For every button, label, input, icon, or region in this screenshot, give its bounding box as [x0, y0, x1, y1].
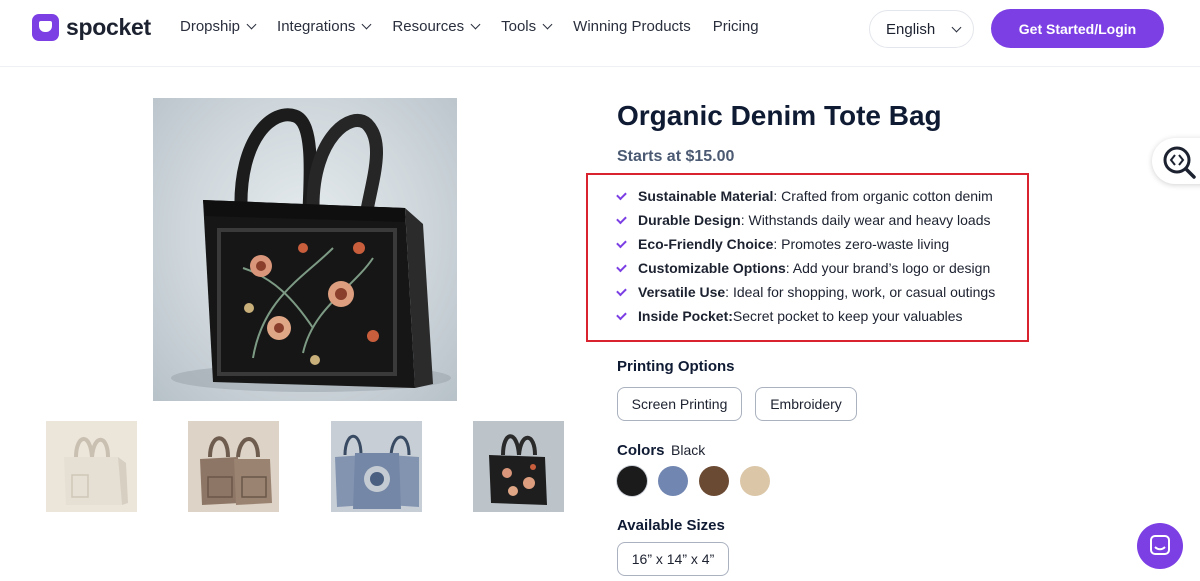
- nav-label: Tools: [501, 18, 537, 35]
- tote-bag-natural-image: [46, 421, 137, 512]
- selected-color-name: Black: [671, 442, 706, 458]
- language-selector[interactable]: English: [869, 10, 974, 48]
- feature-description: Secret pocket to keep your valuables: [732, 308, 963, 324]
- chevron-down-icon: [951, 22, 962, 32]
- chat-button[interactable]: [1137, 523, 1183, 569]
- feature-name: Sustainable Material: [638, 188, 774, 204]
- chevron-down-icon: [542, 19, 553, 30]
- brand-name: spocket: [66, 14, 151, 40]
- tote-bag-image: [171, 108, 451, 392]
- nav-label: Winning Products: [573, 18, 691, 35]
- list-item: Sustainable Material: Crafted from organ…: [616, 184, 995, 208]
- product-title: Organic Denim Tote Bag: [617, 100, 942, 131]
- check-icon: [616, 261, 627, 272]
- chevron-down-icon: [361, 19, 372, 30]
- search-code-icon: [1163, 146, 1196, 179]
- product-thumbnail-black[interactable]: [473, 421, 564, 512]
- printing-options-label: Printing Options: [617, 358, 735, 375]
- site-header: spocket Dropship Integrations Resources …: [0, 0, 1200, 67]
- color-swatch-black[interactable]: [617, 466, 647, 496]
- get-started-login-button[interactable]: Get Started/Login: [991, 9, 1164, 48]
- tote-bag-brown-image: [188, 421, 279, 512]
- list-item: Inside Pocket: Secret pocket to keep you…: [616, 304, 995, 328]
- color-swatch-beige[interactable]: [740, 466, 770, 496]
- feature-name: Inside Pocket:: [638, 308, 733, 324]
- product-thumbnail-natural[interactable]: [46, 421, 137, 512]
- feature-description: : Withstands daily wear and heavy loads: [740, 212, 991, 228]
- product-thumbnail-brown[interactable]: [188, 421, 279, 512]
- nav-label: Pricing: [712, 18, 759, 35]
- nav-label: Integrations: [277, 18, 356, 35]
- product-price: Starts at $15.00: [617, 148, 735, 165]
- nav-item-resources[interactable]: Resources: [392, 18, 481, 35]
- color-swatch-brown[interactable]: [699, 466, 729, 496]
- nav-item-dropship[interactable]: Dropship: [180, 18, 257, 35]
- spocket-logo[interactable]: spocket: [32, 14, 151, 41]
- printing-option-screen-printing[interactable]: Screen Printing: [617, 387, 742, 421]
- feature-name: Customizable Options: [638, 260, 786, 276]
- list-item: Customizable Options: Add your brand’s l…: [616, 256, 995, 280]
- nav-label: Dropship: [180, 18, 241, 35]
- chevron-down-icon: [470, 19, 481, 30]
- tote-bag-black-image: [473, 421, 564, 512]
- feature-description: : Crafted from organic cotton denim: [773, 188, 993, 204]
- feature-description: : Add your brand’s logo or design: [785, 260, 991, 276]
- feature-description: : Promotes zero-waste living: [773, 236, 950, 252]
- check-icon: [616, 213, 627, 224]
- nav-label: Resources: [392, 18, 465, 35]
- check-icon: [616, 285, 627, 296]
- tote-bag-blue-image: [331, 421, 422, 512]
- check-icon: [616, 309, 627, 320]
- size-option[interactable]: 16” x 14” x 4”: [617, 542, 729, 576]
- feature-list: Sustainable Material: Crafted from organ…: [616, 184, 996, 328]
- chevron-down-icon: [246, 19, 257, 30]
- feature-name: Versatile Use: [638, 284, 726, 300]
- nav-item-winning-products[interactable]: Winning Products: [573, 18, 691, 35]
- nav-item-pricing[interactable]: Pricing: [713, 18, 759, 35]
- product-thumbnail-blue[interactable]: [331, 421, 422, 512]
- product-main-image[interactable]: [153, 98, 457, 401]
- nav-item-integrations[interactable]: Integrations: [277, 18, 372, 35]
- feature-description: : Ideal for shopping, work, or casual ou…: [725, 284, 996, 300]
- list-item: Versatile Use: Ideal for shopping, work,…: [616, 280, 996, 304]
- search-code-tab[interactable]: [1152, 138, 1200, 184]
- available-sizes-label: Available Sizes: [617, 517, 725, 534]
- feature-name: Eco-Friendly Choice: [638, 236, 774, 252]
- nav-item-tools[interactable]: Tools: [501, 18, 553, 35]
- chat-icon: [1150, 535, 1170, 555]
- printing-option-embroidery[interactable]: Embroidery: [755, 387, 857, 421]
- list-item: Durable Design: Withstands daily wear an…: [616, 208, 995, 232]
- check-icon: [616, 237, 627, 248]
- main-nav: Dropship Integrations Resources Tools Wi…: [180, 18, 781, 35]
- colors-label: Colors: [617, 442, 665, 459]
- check-icon: [616, 189, 627, 200]
- color-swatch-blue[interactable]: [658, 466, 688, 496]
- language-label: English: [886, 20, 936, 38]
- feature-name: Durable Design: [638, 212, 741, 228]
- spocket-logo-icon: [32, 14, 59, 41]
- list-item: Eco-Friendly Choice: Promotes zero-waste…: [616, 232, 995, 256]
